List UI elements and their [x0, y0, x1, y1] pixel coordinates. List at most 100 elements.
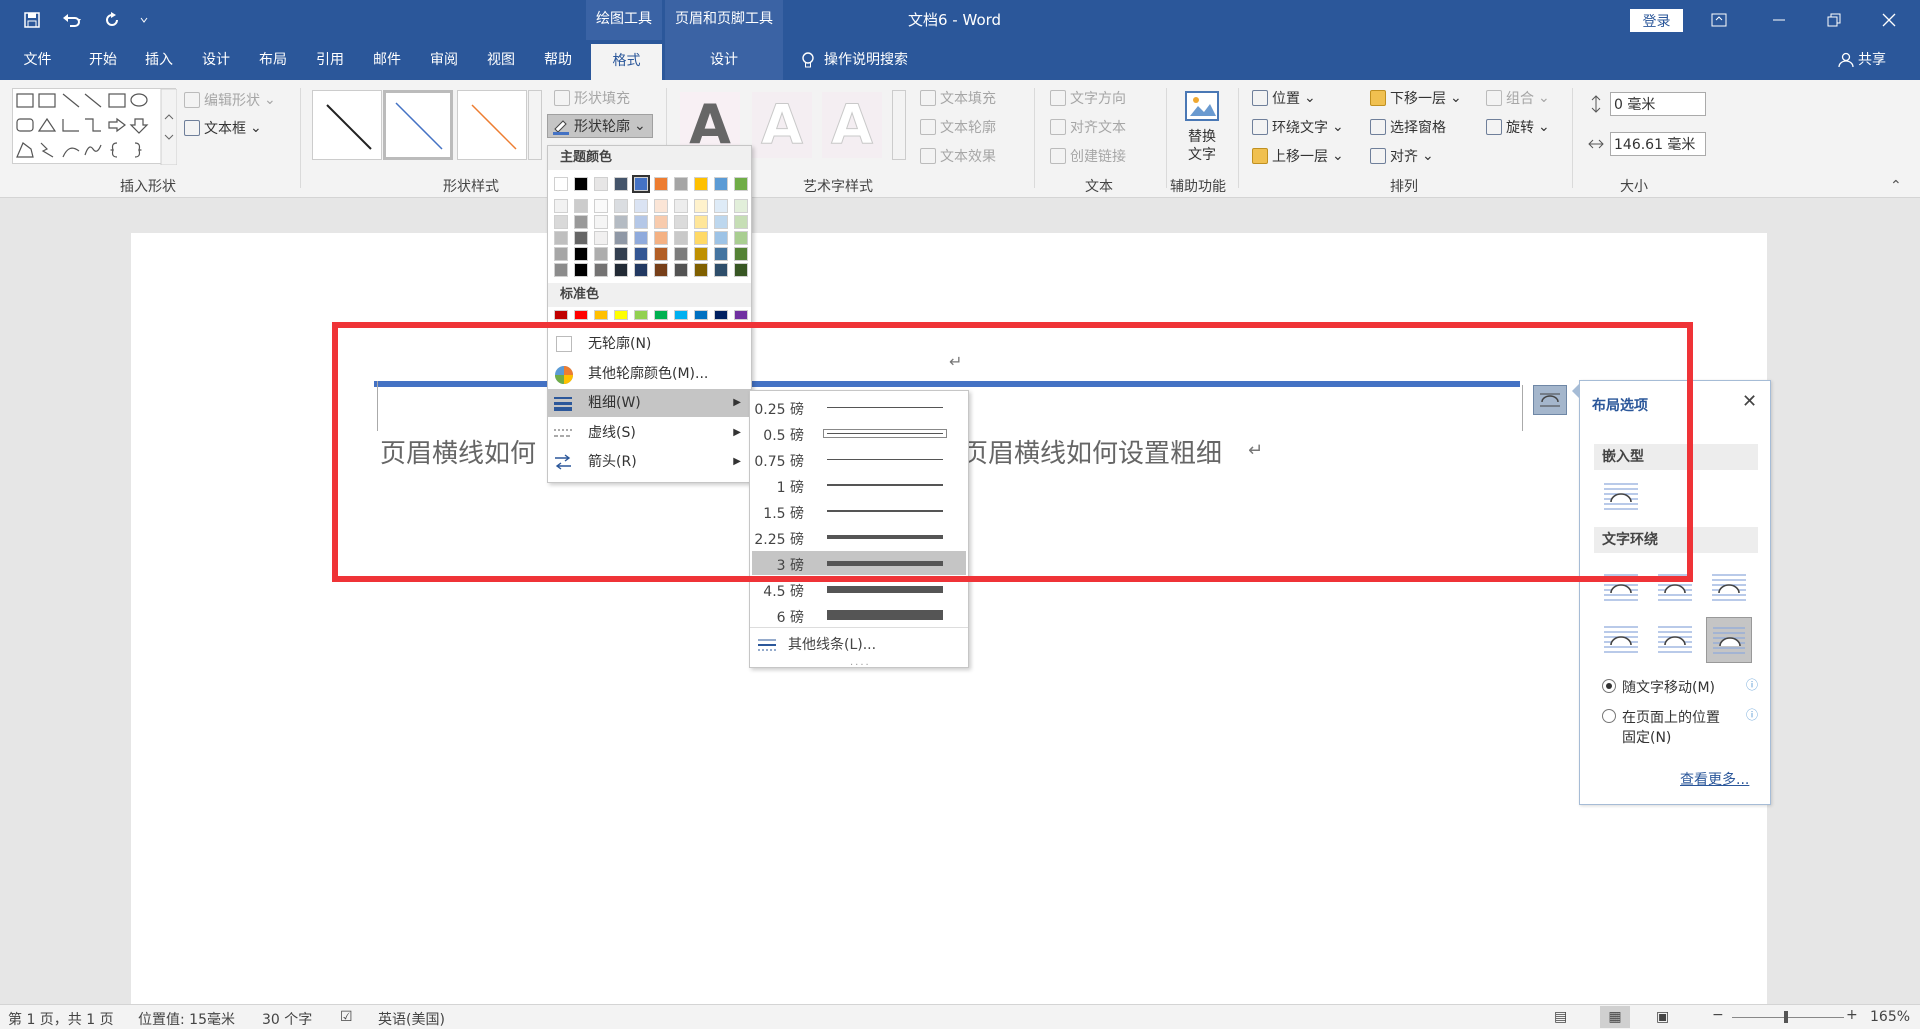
info-icon[interactable]: ⓘ	[1746, 706, 1758, 723]
theme-shade-swatch[interactable]	[714, 199, 728, 213]
align-text-button[interactable]: 对齐文本	[1050, 117, 1126, 137]
read-mode-icon[interactable]: ▤	[1554, 1009, 1567, 1025]
rotate-button[interactable]: 旋转 ⌄	[1486, 117, 1550, 137]
tell-me-search[interactable]: 操作说明搜索	[800, 40, 908, 80]
edit-shape-button[interactable]: 编辑形状 ⌄	[184, 90, 276, 110]
text-outline-button[interactable]: 文本轮廓	[920, 117, 996, 137]
theme-color-swatch[interactable]	[714, 177, 728, 191]
text-effects-button[interactable]: 文本效果	[920, 146, 996, 166]
theme-shade-swatch[interactable]	[634, 247, 648, 261]
tab-format[interactable]: 格式	[591, 44, 662, 80]
tab-references[interactable]: 引用	[305, 40, 355, 80]
theme-shade-swatch[interactable]	[674, 215, 688, 229]
tab-insert[interactable]: 插入	[134, 40, 184, 80]
wordart-style-3[interactable]: A	[822, 92, 882, 158]
theme-shade-swatch[interactable]	[694, 215, 708, 229]
theme-shade-swatch[interactable]	[614, 247, 628, 261]
standard-color-swatch[interactable]	[554, 310, 568, 320]
theme-color-swatch[interactable]	[614, 177, 628, 191]
position-button[interactable]: 位置 ⌄	[1252, 88, 1316, 108]
theme-shade-swatch[interactable]	[634, 263, 648, 277]
layout-panel-close-icon[interactable]: ✕	[1742, 391, 1757, 412]
language[interactable]: 英语(美国)	[378, 1009, 445, 1029]
standard-color-swatch[interactable]	[634, 310, 648, 320]
theme-shade-swatch[interactable]	[674, 231, 688, 245]
theme-shade-swatch[interactable]	[654, 215, 668, 229]
zoom-in-button[interactable]: +	[1846, 1007, 1858, 1023]
weight-option[interactable]: 6 磅	[752, 603, 966, 627]
standard-color-swatch[interactable]	[714, 310, 728, 320]
shape-gallery[interactable]	[12, 88, 178, 166]
wrap-option[interactable]	[1710, 569, 1748, 607]
theme-shade-swatch[interactable]	[594, 231, 608, 245]
theme-shade-swatch[interactable]	[694, 263, 708, 277]
text-direction-button[interactable]: 文字方向	[1050, 88, 1126, 108]
theme-shade-swatch[interactable]	[594, 199, 608, 213]
close-button[interactable]	[1864, 0, 1914, 40]
ribbon-display-button[interactable]	[1694, 0, 1744, 40]
theme-shade-swatch[interactable]	[734, 199, 748, 213]
wordart-style-2[interactable]: A	[752, 92, 812, 158]
theme-color-swatch[interactable]	[554, 177, 568, 191]
shape-height-input[interactable]	[1610, 92, 1706, 116]
text-fill-button[interactable]: 文本填充	[920, 88, 996, 108]
theme-shade-swatch[interactable]	[654, 263, 668, 277]
tab-file[interactable]: 文件	[10, 40, 65, 80]
zoom-slider-thumb[interactable]	[1784, 1011, 1788, 1023]
theme-shade-swatch[interactable]	[714, 215, 728, 229]
tab-header-design[interactable]: 设计	[665, 40, 783, 80]
customize-qat-button[interactable]	[134, 0, 154, 40]
login-button[interactable]: 登录	[1630, 9, 1683, 32]
standard-color-swatch[interactable]	[594, 310, 608, 320]
theme-shade-swatch[interactable]	[654, 231, 668, 245]
theme-shade-swatch[interactable]	[734, 247, 748, 261]
tab-mailings[interactable]: 邮件	[362, 40, 412, 80]
shape-fill-button[interactable]: 形状填充	[554, 88, 630, 108]
info-icon[interactable]: ⓘ	[1746, 676, 1758, 693]
theme-shade-swatch[interactable]	[594, 263, 608, 277]
standard-color-swatch[interactable]	[694, 310, 708, 320]
group-button[interactable]: 组合 ⌄	[1486, 88, 1550, 108]
wrap-text-button[interactable]: 环绕文字 ⌄	[1252, 117, 1344, 137]
theme-shade-swatch[interactable]	[734, 263, 748, 277]
shape-style-thumb-2[interactable]	[383, 90, 453, 160]
theme-shade-swatch[interactable]	[574, 247, 588, 261]
tab-design[interactable]: 设计	[191, 40, 241, 80]
proofing-icon[interactable]: ☑	[340, 1009, 353, 1025]
shape-style-scroll[interactable]	[528, 90, 542, 160]
wrap-option[interactable]	[1656, 621, 1694, 659]
collapse-ribbon-icon[interactable]: ⌃	[1890, 178, 1902, 194]
shape-outline-button[interactable]: 形状轮廓 ⌄	[547, 114, 653, 138]
theme-color-swatch[interactable]	[654, 177, 668, 191]
theme-shade-swatch[interactable]	[614, 263, 628, 277]
theme-shade-swatch[interactable]	[574, 199, 588, 213]
tab-view[interactable]: 视图	[476, 40, 526, 80]
zoom-out-button[interactable]: −	[1712, 1007, 1724, 1023]
theme-color-swatch[interactable]	[574, 177, 588, 191]
save-button[interactable]	[14, 0, 50, 40]
text-box-button[interactable]: 文本框 ⌄	[184, 118, 262, 138]
minimize-button[interactable]	[1754, 0, 1804, 40]
wordart-scroll[interactable]	[892, 90, 906, 160]
theme-shade-swatch[interactable]	[654, 247, 668, 261]
theme-shade-swatch[interactable]	[694, 199, 708, 213]
page-count[interactable]: 第 1 页，共 1 页	[8, 1009, 114, 1029]
word-count[interactable]: 30 个字	[262, 1009, 312, 1029]
theme-color-swatch[interactable]	[694, 177, 708, 191]
shape-width-input[interactable]	[1610, 132, 1706, 156]
more-lines-item[interactable]: 其他线条(L)...	[750, 631, 968, 659]
resize-grip[interactable]: ....	[850, 657, 871, 668]
wrap-option[interactable]	[1602, 621, 1640, 659]
theme-shade-swatch[interactable]	[714, 231, 728, 245]
standard-color-swatch[interactable]	[654, 310, 668, 320]
send-backward-button[interactable]: 下移一层 ⌄	[1370, 88, 1462, 108]
theme-shade-swatch[interactable]	[554, 231, 568, 245]
theme-shade-swatch[interactable]	[654, 199, 668, 213]
print-layout-button[interactable]: ▦	[1600, 1006, 1630, 1028]
theme-shade-swatch[interactable]	[634, 231, 648, 245]
theme-shade-swatch[interactable]	[614, 215, 628, 229]
theme-shade-swatch[interactable]	[574, 215, 588, 229]
undo-button[interactable]	[54, 0, 90, 40]
create-link-button[interactable]: 创建链接	[1050, 146, 1126, 166]
tab-help[interactable]: 帮助	[533, 40, 583, 80]
